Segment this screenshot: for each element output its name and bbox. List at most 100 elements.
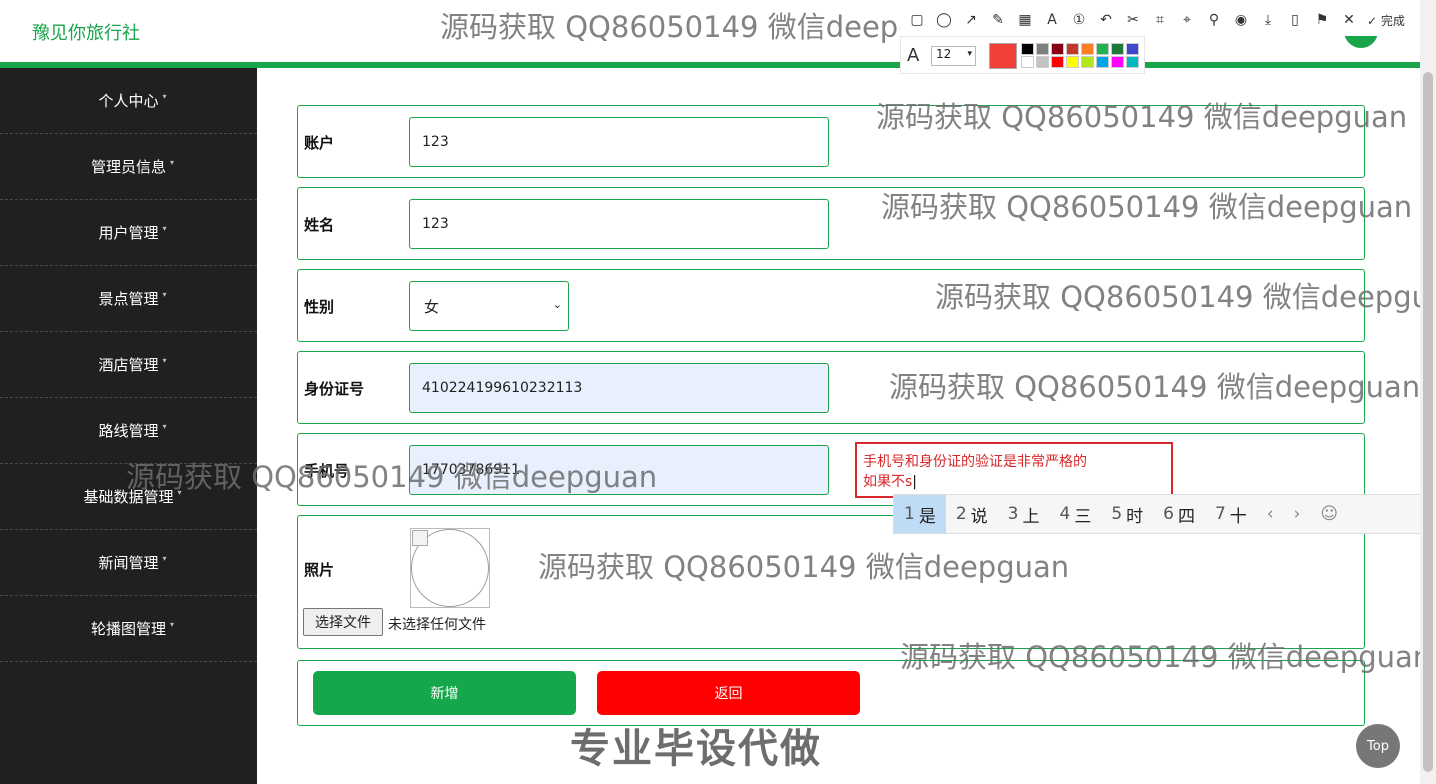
ime-next-icon[interactable]: ›	[1284, 504, 1311, 524]
gender-select[interactable]: 女 ⌄	[409, 281, 569, 331]
sidebar-item-personal-center[interactable]: 个人中心	[0, 68, 257, 134]
candidate-text: 十	[1229, 506, 1247, 527]
color-swatch[interactable]	[1036, 56, 1049, 68]
brand-title[interactable]: 豫见你旅行社	[32, 19, 140, 45]
crop-icon[interactable]: ⌖	[1178, 12, 1196, 28]
ime-candidate[interactable]: 1是	[894, 495, 946, 533]
app-root: 豫见你旅行社 个人中心 管理员信息 用户管理 景点管理 酒店管理 路线管理 基础…	[0, 0, 1436, 784]
scrollbar-thumb[interactable]	[1423, 72, 1433, 772]
text-icon[interactable]: A	[1043, 12, 1061, 28]
ime-candidate-bar: 1是 2说 3上 4三 5时 6四 7十 ‹ › ☺	[893, 494, 1436, 534]
candidate-number: 4	[1059, 504, 1071, 524]
idcard-label: 身份证号	[304, 380, 365, 398]
candidate-text: 是	[918, 506, 936, 527]
color-swatch[interactable]	[1066, 56, 1079, 68]
sidebar-item-route-management[interactable]: 路线管理	[0, 398, 257, 464]
sidebar-item-label: 个人中心	[98, 90, 166, 111]
form-row-photo: 照片 选择文件 未选择任何文件	[297, 515, 1365, 649]
color-swatch[interactable]	[1036, 43, 1049, 55]
phone-icon[interactable]: ▯	[1286, 12, 1304, 28]
sidebar-item-admin-info[interactable]: 管理员信息	[0, 134, 257, 200]
choose-file-button[interactable]: 选择文件	[303, 608, 383, 636]
sidebar-item-base-data[interactable]: 基础数据管理	[0, 464, 257, 530]
ime-prev-icon[interactable]: ‹	[1257, 504, 1284, 524]
color-swatch[interactable]	[1066, 43, 1079, 55]
account-input[interactable]: 123	[409, 117, 829, 167]
pen-icon[interactable]: ✎	[989, 12, 1007, 28]
ime-candidate[interactable]: 5时	[1101, 495, 1153, 533]
pin-icon[interactable]: ⚲	[1205, 12, 1223, 28]
ime-candidate[interactable]: 6四	[1153, 495, 1205, 533]
name-label: 姓名	[304, 216, 335, 234]
idcard-input[interactable]: 410224199610232113	[409, 363, 829, 413]
sidebar-item-carousel-management[interactable]: 轮播图管理	[0, 596, 257, 662]
mosaic-icon[interactable]: ▦	[1016, 12, 1034, 28]
font-size-select[interactable]: 12 ▾	[931, 46, 976, 66]
ime-candidate[interactable]: 2说	[946, 495, 998, 533]
done-label: 完成	[1380, 13, 1405, 28]
candidate-number: 2	[955, 504, 967, 524]
sidebar-item-label: 景点管理	[98, 288, 166, 309]
color-swatch[interactable]	[1051, 56, 1064, 68]
color-swatch[interactable]	[1096, 56, 1109, 68]
sidebar-item-label: 用户管理	[98, 222, 166, 243]
color-swatch[interactable]	[1081, 56, 1094, 68]
watermark-big: 专业毕设代做	[570, 726, 822, 772]
number-icon[interactable]: ①	[1070, 12, 1088, 28]
main-content: 账户 123 姓名 123 性别 女 ⌄ 身份证号 41022419961023…	[257, 68, 1420, 784]
color-swatch[interactable]	[1021, 43, 1034, 55]
ocr-icon[interactable]: ⌗	[1151, 12, 1169, 28]
undo-icon[interactable]: ↶	[1097, 12, 1115, 28]
color-swatch[interactable]	[1111, 43, 1124, 55]
form-row-name: 姓名 123	[297, 187, 1365, 260]
color-swatch[interactable]	[1081, 43, 1094, 55]
back-to-top-button[interactable]: Top	[1356, 724, 1400, 768]
record-icon[interactable]: ◉	[1232, 12, 1250, 28]
sidebar-item-hotel-management[interactable]: 酒店管理	[0, 332, 257, 398]
ime-candidate[interactable]: 4三	[1049, 495, 1101, 533]
rectangle-icon[interactable]: ▢	[908, 12, 926, 28]
form-row-gender: 性别 女 ⌄	[297, 269, 1365, 342]
ellipse-icon[interactable]: ◯	[935, 12, 953, 28]
sidebar-item-scenic-management[interactable]: 景点管理	[0, 266, 257, 332]
download-icon[interactable]: ⤓	[1259, 12, 1277, 28]
ime-candidate[interactable]: 3上	[998, 495, 1050, 533]
color-swatch[interactable]	[1021, 56, 1034, 68]
annotation-line-1: 手机号和身份证的验证是非常严格的	[863, 454, 1087, 470]
scissors-icon[interactable]: ✂	[1124, 12, 1142, 28]
candidate-number: 5	[1111, 504, 1123, 524]
color-palette	[1021, 43, 1140, 68]
back-button[interactable]: 返回	[597, 671, 860, 715]
sidebar-item-label: 新闻管理	[98, 552, 166, 573]
form-row-account: 账户 123	[297, 105, 1365, 178]
candidate-text: 说	[970, 506, 988, 527]
photo-label: 照片	[304, 561, 335, 579]
emoji-icon[interactable]: ☺	[1310, 504, 1348, 524]
candidate-number: 3	[1007, 504, 1019, 524]
name-input[interactable]: 123	[409, 199, 829, 249]
sidebar-item-news-management[interactable]: 新闻管理	[0, 530, 257, 596]
ime-candidate[interactable]: 7十	[1205, 495, 1257, 533]
candidate-number: 7	[1214, 504, 1226, 524]
color-swatch[interactable]	[1111, 56, 1124, 68]
current-color-swatch[interactable]	[989, 43, 1017, 69]
gender-label: 性别	[304, 298, 335, 316]
color-swatch[interactable]	[1051, 43, 1064, 55]
sidebar-item-user-management[interactable]: 用户管理	[0, 200, 257, 266]
close-icon[interactable]: ✕	[1340, 12, 1358, 28]
add-button[interactable]: 新增	[313, 671, 576, 715]
sidebar-item-label: 基础数据管理	[83, 486, 181, 507]
color-swatch[interactable]	[1126, 56, 1139, 68]
phone-input[interactable]: 17703786911	[409, 445, 829, 495]
sidebar: 个人中心 管理员信息 用户管理 景点管理 酒店管理 路线管理 基础数据管理 新闻…	[0, 68, 257, 784]
bookmark-icon[interactable]: ⚑	[1313, 12, 1331, 28]
sidebar-item-label: 管理员信息	[91, 156, 174, 177]
done-button[interactable]: ✓ 完成	[1367, 12, 1405, 29]
color-swatch[interactable]	[1096, 43, 1109, 55]
gender-selected-value: 女	[424, 297, 440, 316]
color-swatch[interactable]	[1126, 43, 1139, 55]
text-cursor: |	[912, 474, 918, 490]
annotation-textbox[interactable]: 手机号和身份证的验证是非常严格的 如果不s|	[855, 442, 1173, 498]
chevron-down-icon: ⌄	[552, 298, 562, 311]
arrow-icon[interactable]: ↗	[962, 12, 980, 28]
